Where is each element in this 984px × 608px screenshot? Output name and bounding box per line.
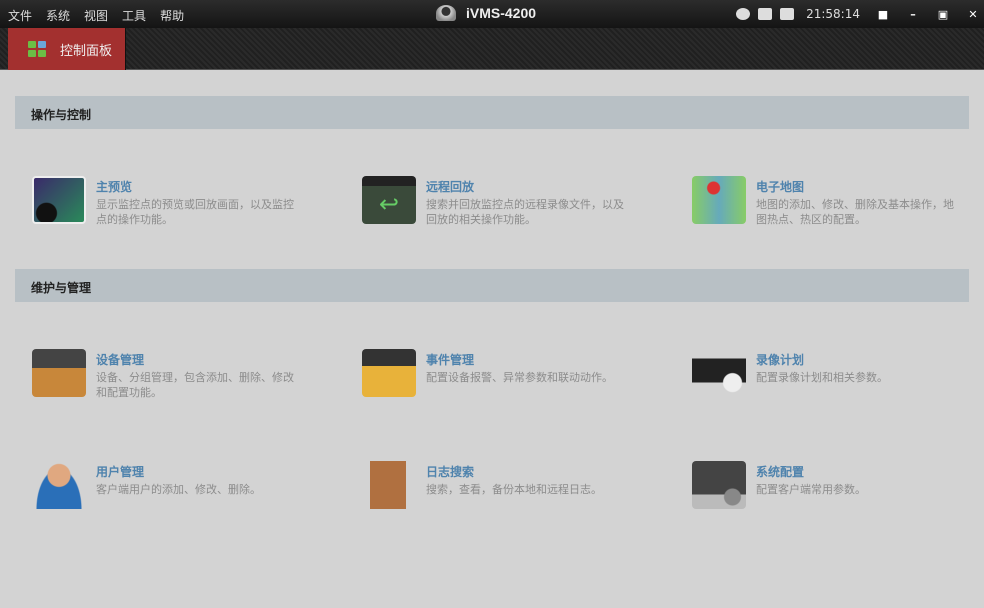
- item-title: 事件管理: [426, 353, 475, 367]
- item-desc: 配置录像计划和相关参数。: [756, 371, 888, 384]
- item-desc: 配置设备报警、异常参数和联动动作。: [426, 371, 613, 384]
- menu-tools[interactable]: 工具: [122, 7, 146, 24]
- minimize-icon[interactable]: –: [902, 3, 924, 25]
- tab-label: 控制面板: [60, 43, 113, 59]
- item-desc: 地图的添加、修改、删除及基本操作，地图热点、热区的配置。: [756, 198, 954, 226]
- memory-icon[interactable]: [780, 8, 795, 20]
- system-config-icon: [692, 461, 746, 509]
- menu-file[interactable]: 文件: [8, 7, 32, 24]
- item-desc: 搜索并回放监控点的远程录像文件，以及回放的相关操作功能。: [426, 198, 624, 226]
- maximize-icon[interactable]: ▣: [932, 3, 954, 25]
- event-folder-icon: [362, 349, 416, 397]
- video-camera-clock-icon: [692, 349, 746, 397]
- menu-help[interactable]: 帮助: [160, 7, 184, 24]
- tab-control-panel[interactable]: 控制面板: [8, 28, 126, 70]
- lock-icon[interactable]: ■: [872, 3, 894, 25]
- cpu-icon[interactable]: [758, 8, 773, 20]
- item-title: 设备管理: [96, 353, 145, 367]
- user-icon: [32, 461, 86, 509]
- item-desc: 配置客户端常用参数。: [756, 483, 866, 496]
- item-title: 系统配置: [756, 465, 805, 479]
- close-icon[interactable]: ✕: [962, 3, 984, 25]
- item-title: 日志搜索: [426, 465, 475, 479]
- item-desc: 设备、分组管理，包含添加、删除、修改和配置功能。: [96, 371, 294, 399]
- item-device-management[interactable]: 设备管理设备、分组管理，包含添加、删除、修改和配置功能。: [32, 349, 312, 400]
- app-title: iVMS-4200: [466, 5, 537, 21]
- item-remote-playback[interactable]: ↩ 远程回放搜索并回放监控点的远程录像文件，以及回放的相关操作功能。: [362, 176, 642, 227]
- clock: 21:58:14: [806, 7, 860, 21]
- item-event-management[interactable]: 事件管理配置设备报警、异常参数和联动动作。: [362, 349, 642, 397]
- title-bar: 文件 系统 视图 工具 帮助 iVMS-4200 21:58:14 ■ – ▣ …: [0, 0, 984, 28]
- map-icon: [692, 176, 746, 224]
- item-system-config[interactable]: 系统配置配置客户端常用参数。: [692, 461, 972, 509]
- menu-view[interactable]: 视图: [84, 7, 108, 24]
- item-title: 用户管理: [96, 465, 145, 479]
- tab-bar: 控制面板: [0, 28, 984, 70]
- device-icon: [32, 349, 86, 397]
- item-desc: 搜索，查看，备份本地和远程日志。: [426, 483, 602, 496]
- item-user-management[interactable]: 用户管理客户端用户的添加、修改、删除。: [32, 461, 312, 509]
- item-desc: 显示监控点的预览或回放画面，以及监控点的操作功能。: [96, 198, 294, 226]
- item-record-schedule[interactable]: 录像计划配置录像计划和相关参数。: [692, 349, 972, 397]
- menu-system[interactable]: 系统: [46, 7, 70, 24]
- item-emap[interactable]: 电子地图地图的添加、修改、删除及基本操作，地图热点、热区的配置。: [692, 176, 972, 227]
- item-title: 主预览: [96, 180, 133, 194]
- control-panel-icon: [28, 41, 46, 57]
- item-main-preview[interactable]: 主预览显示监控点的预览或回放画面，以及监控点的操作功能。: [32, 176, 312, 227]
- section-header-maintenance: 维护与管理: [15, 269, 969, 302]
- network-icon[interactable]: [736, 8, 751, 20]
- item-desc: 客户端用户的添加、修改、删除。: [96, 483, 261, 496]
- item-title: 录像计划: [756, 353, 805, 367]
- item-log-search[interactable]: 日志搜索搜索，查看，备份本地和远程日志。: [362, 461, 642, 509]
- item-title: 远程回放: [426, 180, 475, 194]
- item-title: 电子地图: [756, 180, 805, 194]
- playback-icon: ↩: [362, 176, 416, 224]
- camera-monitor-icon: [32, 176, 86, 224]
- menu-bar: 文件 系统 视图 工具 帮助: [8, 7, 184, 24]
- app-logo-icon: [436, 5, 456, 21]
- section-header-operation: 操作与控制: [15, 96, 969, 129]
- log-calendar-icon: [362, 461, 416, 509]
